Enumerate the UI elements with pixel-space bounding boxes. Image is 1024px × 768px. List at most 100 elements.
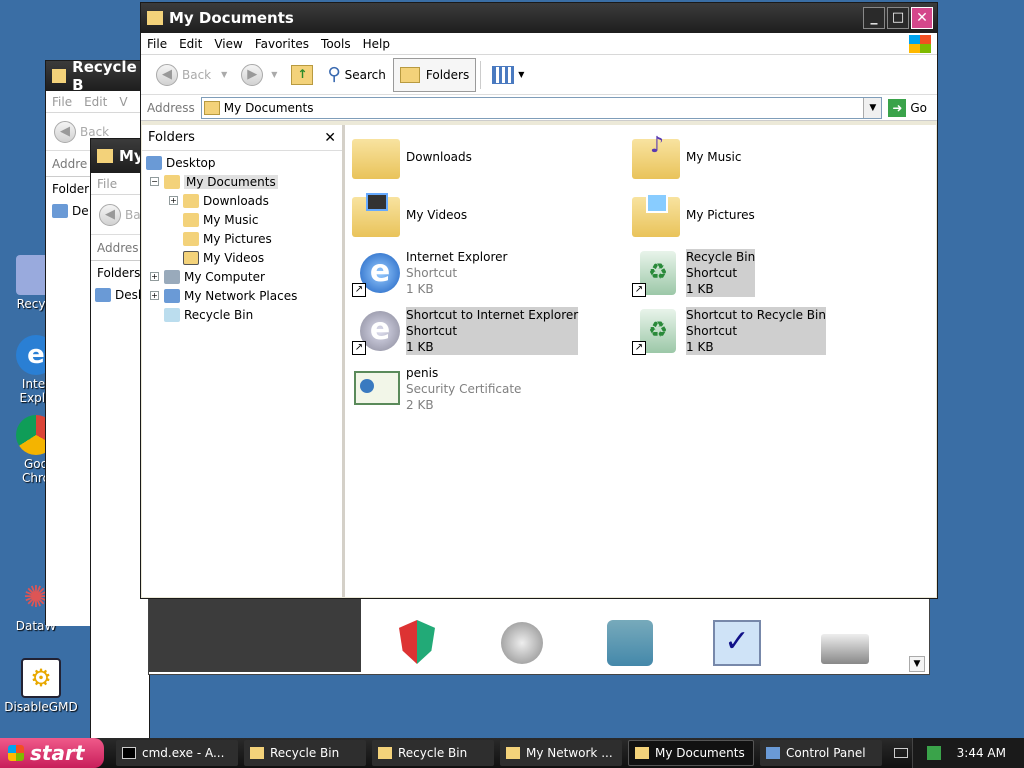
window-titlebar[interactable]: Recycle B (46, 58, 144, 94)
desktop-icon-disablegmd[interactable]: ⚙ DisableGMD (4, 658, 78, 714)
toolbar-separator (480, 60, 482, 89)
file-item-penis-certificate[interactable]: penis Security Certificate 2 KB (352, 365, 521, 413)
folders-pane-title: Folders (148, 130, 195, 145)
menu-favorites[interactable]: Favorites (249, 37, 315, 51)
taskbar-item-my-network[interactable]: My Network ... (500, 740, 622, 766)
file-name: Recycle Bin (686, 250, 756, 264)
file-item-my-videos[interactable]: My Videos (352, 193, 467, 237)
tree-item-my-documents[interactable]: − My Documents (150, 172, 278, 191)
file-item-my-music[interactable]: ♪ My Music (632, 133, 742, 179)
folders-button[interactable]: Folders (392, 57, 477, 92)
sounds-icon[interactable] (501, 622, 543, 664)
windows-logo-icon (8, 745, 24, 761)
menu-bar: File Edit View Favorites Tools Help (141, 33, 937, 55)
tree-item-my-videos[interactable]: My Videos (183, 248, 264, 267)
keyboard-icon[interactable] (894, 748, 908, 758)
folder-icon (506, 747, 520, 759)
file-item-internet-explorer[interactable]: e ↗ Internet Explorer Shortcut 1 KB (352, 249, 507, 297)
control-panel-window[interactable]: ✓ ▼ (148, 597, 930, 675)
my-documents-window[interactable]: My Documents _ □ ✕ File Edit View Favori… (140, 2, 938, 599)
file-item-shortcut-to-recycle-bin[interactable]: ♻ ↗ Shortcut to Recycle Bin Shortcut 1 K… (632, 307, 826, 355)
videos-folder-icon (183, 250, 199, 265)
address-value: My Documents (223, 100, 314, 115)
file-name: My Music (686, 150, 742, 164)
back-arrow-icon[interactable]: ◀ (99, 203, 121, 226)
folder-icon (52, 69, 67, 83)
forward-dropdown-icon[interactable]: ▼ (271, 70, 277, 79)
go-button[interactable]: ➜ Go (888, 98, 927, 117)
folders-pane: Folders ✕ Desktop − My Documents + Downl… (142, 125, 345, 597)
tree-item-label: Downloads (203, 193, 269, 208)
menu-edit[interactable]: Edit (78, 95, 113, 109)
close-icon[interactable]: ✕ (324, 130, 336, 146)
tree-item-desktop[interactable]: Desktop (146, 153, 216, 172)
up-folder-button[interactable]: ↑ (284, 58, 320, 92)
user-accounts-icon[interactable] (607, 620, 653, 666)
collapse-icon[interactable]: − (150, 177, 159, 186)
file-item-recycle-bin[interactable]: ♻ ↗ Recycle Bin Shortcut 1 KB (632, 249, 756, 297)
taskbar-item-my-documents[interactable]: My Documents (628, 740, 754, 766)
file-type: Shortcut (686, 324, 738, 338)
file-type: Shortcut (406, 266, 458, 280)
system-check-icon[interactable]: ✓ (713, 620, 761, 666)
tree-item-my-music[interactable]: My Music (183, 210, 258, 229)
address-dropdown-button[interactable]: ▼ (863, 97, 882, 118)
gear-icon: ⚙ (21, 658, 61, 698)
back-dropdown-icon[interactable]: ▼ (221, 70, 227, 79)
tree-item-my-pictures[interactable]: My Pictures (183, 229, 272, 248)
views-button[interactable]: ▼ (485, 58, 531, 92)
tree-item-label: Recycle Bin (184, 307, 254, 322)
printer-icon[interactable] (821, 634, 869, 664)
taskbar-item-label: My Network ... (526, 746, 613, 760)
menu-file[interactable]: File (46, 95, 78, 109)
maximize-button[interactable]: □ (887, 7, 909, 29)
tree-item-downloads[interactable]: + Downloads (169, 191, 269, 210)
file-size: 2 KB (406, 398, 434, 412)
taskbar-item-recycle-bin-2[interactable]: Recycle Bin (372, 740, 494, 766)
videos-folder-icon (352, 193, 400, 237)
folder-icon (250, 747, 264, 759)
forward-arrow-icon: ▶ (241, 63, 264, 86)
close-button[interactable]: ✕ (911, 7, 933, 29)
files-pane: Downloads ♪ My Music My Videos My Pictur… (348, 125, 936, 597)
menu-view[interactable]: View (208, 37, 248, 51)
file-item-downloads[interactable]: Downloads (352, 135, 472, 179)
security-center-icon[interactable] (399, 620, 435, 664)
menu-file[interactable]: File (141, 37, 173, 51)
tree-item-label: My Videos (203, 250, 265, 265)
expand-icon[interactable]: + (169, 196, 178, 205)
scroll-down-button[interactable]: ▼ (909, 656, 925, 672)
minimize-button[interactable]: _ (863, 7, 885, 29)
menu-view[interactable]: V (113, 95, 133, 109)
menu-file[interactable]: File (91, 177, 123, 191)
menu-tools[interactable]: Tools (315, 37, 357, 51)
taskbar: start cmd.exe - A... Recycle Bin Recycle… (0, 738, 1024, 768)
menu-help[interactable]: Help (357, 37, 396, 51)
menu-edit[interactable]: Edit (173, 37, 208, 51)
taskbar-item-recycle-bin-1[interactable]: Recycle Bin (244, 740, 366, 766)
shortcut-arrow-icon: ↗ (352, 283, 366, 297)
network-tray-icon[interactable] (927, 746, 941, 760)
taskbar-item-control-panel[interactable]: Control Panel (760, 740, 882, 766)
computer-icon (164, 269, 180, 284)
forward-button[interactable]: ▶ ▼ (234, 58, 284, 92)
internet-explorer-icon: e ↗ (352, 307, 400, 355)
window-titlebar[interactable]: My Documents _ □ ✕ (141, 3, 937, 33)
tree-item-my-computer[interactable]: + My Computer (150, 267, 265, 286)
back-label: Back (80, 124, 110, 139)
tree-item-my-network-places[interactable]: + My Network Places (150, 286, 297, 305)
start-button[interactable]: start (0, 738, 104, 768)
expand-icon[interactable]: + (150, 272, 159, 281)
back-arrow-icon[interactable]: ◀ (54, 120, 76, 143)
file-item-shortcut-to-internet-explorer[interactable]: e ↗ Shortcut to Internet Explorer Shortc… (352, 307, 579, 355)
clock[interactable]: 3:44 AM (957, 746, 1006, 760)
recycle-bin-icon: ♻ ↗ (632, 249, 680, 297)
file-item-my-pictures[interactable]: My Pictures (632, 193, 755, 237)
address-field[interactable]: My Documents ▼ (200, 96, 883, 119)
tree-item-label: My Computer (184, 269, 265, 284)
search-button[interactable]: ⚲ Search (320, 58, 392, 92)
back-button[interactable]: ◀ Back ▼ (149, 58, 234, 92)
taskbar-item-cmd[interactable]: cmd.exe - A... (116, 740, 238, 766)
expand-icon[interactable]: + (150, 291, 159, 300)
tree-item-recycle-bin[interactable]: Recycle Bin (164, 305, 253, 324)
